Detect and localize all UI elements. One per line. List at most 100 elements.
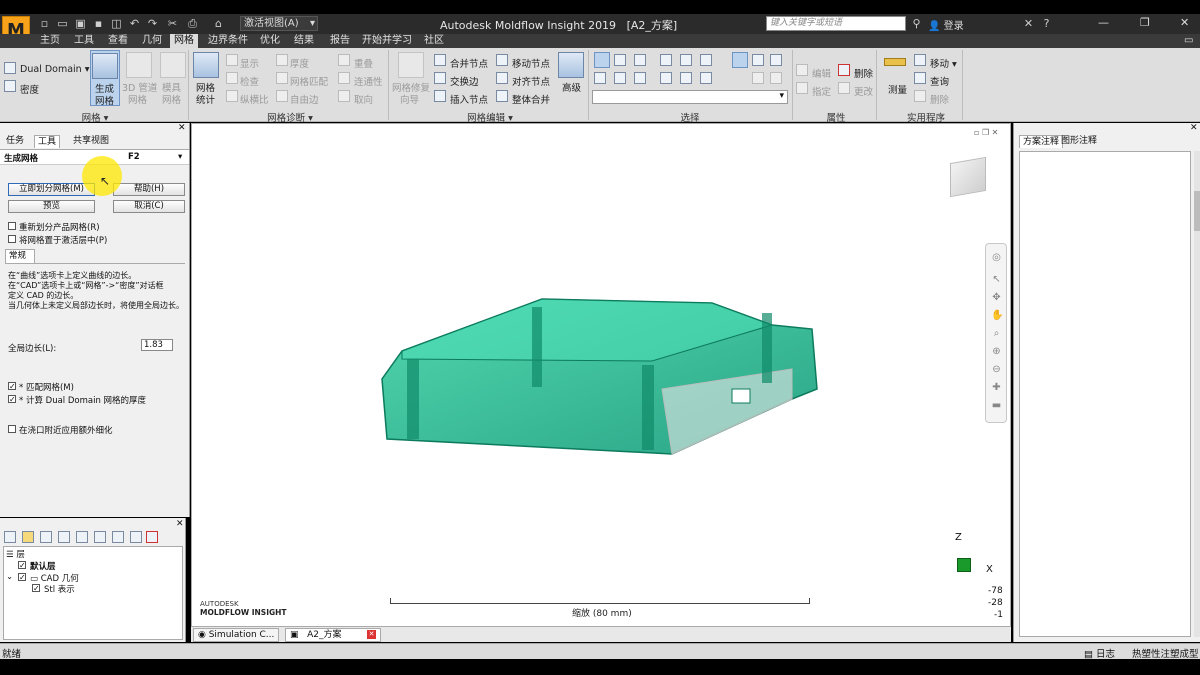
- notes-body[interactable]: [1019, 151, 1191, 637]
- undo-icon[interactable]: ↶: [128, 17, 141, 30]
- tab-tools[interactable]: 工具: [34, 135, 61, 148]
- select-poly-icon[interactable]: [660, 54, 672, 66]
- show-button[interactable]: 显示: [240, 56, 259, 70]
- ribbon-collapse-icon[interactable]: ▭: [1180, 34, 1197, 48]
- generate-mesh-button[interactable]: 生成 网格: [90, 50, 120, 107]
- viewport-window-controls[interactable]: ▫ ❐ ✕: [974, 128, 998, 137]
- scrollbar[interactable]: [1194, 151, 1200, 637]
- select-property-icon[interactable]: [634, 72, 646, 84]
- panel-close-icon[interactable]: ✕: [178, 123, 186, 133]
- delete-button[interactable]: 删除: [930, 92, 949, 106]
- move-button[interactable]: 移动 ▾: [930, 56, 957, 70]
- close-tab-icon[interactable]: ✕: [367, 630, 376, 639]
- exchange-icon[interactable]: ✕: [1022, 17, 1035, 30]
- remesh-checkbox[interactable]: [8, 222, 16, 230]
- insert-node-button[interactable]: 插入节点: [450, 92, 488, 106]
- menu-report[interactable]: 报告: [326, 34, 354, 48]
- menu-results[interactable]: 结果: [290, 34, 318, 48]
- mesh-match-button[interactable]: 网格匹配: [290, 74, 328, 88]
- folder-icon[interactable]: [22, 531, 34, 543]
- move-node-button[interactable]: 移动节点: [512, 56, 550, 70]
- tab-graphic-notes[interactable]: 图形注释: [1058, 135, 1100, 148]
- cancel-button[interactable]: 取消(C): [113, 200, 185, 213]
- expand-icon[interactable]: ⌄: [6, 572, 13, 582]
- edit-group-title[interactable]: 网格编辑 ▾: [460, 110, 520, 124]
- merge-nodes-button[interactable]: 合并节点: [450, 56, 488, 70]
- search-input[interactable]: 键入关键字或短语: [766, 16, 906, 31]
- layer-activate-icon[interactable]: [40, 531, 52, 543]
- select-visible-icon[interactable]: [732, 52, 748, 68]
- tab-study-notes[interactable]: 方案注释: [1019, 135, 1064, 148]
- tab-tasks[interactable]: 任务: [3, 135, 27, 148]
- select-invert-icon[interactable]: [700, 72, 712, 84]
- query-button[interactable]: 查询: [930, 74, 949, 88]
- cut-icon[interactable]: ✂: [166, 17, 179, 30]
- layer-delete-icon[interactable]: [146, 531, 158, 543]
- select-expand-icon[interactable]: [660, 72, 672, 84]
- select-extend-icon[interactable]: [770, 54, 782, 66]
- measure-button[interactable]: 测量: [888, 82, 907, 96]
- stl-layer-label[interactable]: Stl 表示: [44, 583, 75, 595]
- redo-icon[interactable]: ↷: [146, 17, 159, 30]
- edit-property-button[interactable]: 编辑: [812, 66, 831, 80]
- aspect-ratio-button[interactable]: 纵横比: [240, 92, 269, 106]
- orbit-icon[interactable]: ✥: [991, 292, 1002, 303]
- help-button[interactable]: 帮助(H): [113, 183, 185, 196]
- dual-domain-select[interactable]: Dual Domain ▾: [20, 64, 89, 75]
- zoom-window-icon[interactable]: ⌕: [991, 328, 1002, 339]
- select-icon[interactable]: ↖: [991, 274, 1002, 285]
- stl-layer-checkbox[interactable]: ✓: [32, 584, 40, 593]
- menu-tools[interactable]: 工具: [70, 34, 98, 48]
- open-project-icon[interactable]: ▣: [74, 17, 87, 30]
- print-icon[interactable]: ⎙: [186, 17, 199, 30]
- check-button[interactable]: 检查: [240, 74, 259, 88]
- mesh-group-title[interactable]: 网格 ▾: [70, 110, 120, 124]
- open-icon[interactable]: ▭: [56, 17, 69, 30]
- density-button[interactable]: 密度: [20, 82, 39, 96]
- thickness-button[interactable]: 厚度: [290, 56, 309, 70]
- close-icon[interactable]: ✕: [1180, 16, 1189, 29]
- menu-mesh[interactable]: 网格: [170, 34, 198, 48]
- scrollbar-thumb[interactable]: [1194, 191, 1200, 231]
- select-pointer-icon[interactable]: [594, 52, 610, 68]
- menu-learn[interactable]: 开始并学习: [358, 34, 416, 48]
- select-mode-icon[interactable]: [700, 54, 712, 66]
- tab-shared-view[interactable]: 共享视图: [70, 135, 112, 148]
- login-button[interactable]: 👤 登录: [928, 17, 964, 32]
- tab-general[interactable]: 常规: [5, 249, 35, 263]
- help-dropdown-icon[interactable]: ?: [1040, 17, 1053, 30]
- cad-layer-checkbox[interactable]: ✓: [18, 573, 26, 582]
- global-merge-button[interactable]: 整体合并: [512, 92, 550, 106]
- layer-assign-icon[interactable]: [58, 531, 70, 543]
- panel-close-icon[interactable]: ✕: [176, 519, 184, 529]
- mesh-now-button[interactable]: 立即划分网格(M): [8, 183, 95, 196]
- orientation-button[interactable]: 取向: [354, 92, 373, 106]
- menu-optimize[interactable]: 优化: [256, 34, 284, 48]
- menu-view[interactable]: 查看: [104, 34, 132, 48]
- connectivity-button[interactable]: 连通性: [354, 74, 383, 88]
- viewcube[interactable]: [950, 156, 986, 198]
- close-doc-icon[interactable]: ◫: [110, 17, 123, 30]
- part-model[interactable]: [372, 289, 822, 459]
- select-tool-icon[interactable]: [680, 54, 692, 66]
- chevron-down-icon[interactable]: ▾: [178, 152, 182, 162]
- default-layer-checkbox[interactable]: ✓: [18, 561, 26, 570]
- select-clear-icon[interactable]: [752, 72, 764, 84]
- gate-refine-checkbox[interactable]: [8, 425, 16, 433]
- preview-button[interactable]: 预览: [8, 200, 95, 213]
- layer-root[interactable]: ☰ 层: [6, 548, 25, 560]
- menu-boundary[interactable]: 边界条件: [204, 34, 252, 48]
- default-layer-label[interactable]: 默认层: [30, 560, 56, 572]
- minimize-icon[interactable]: —: [1098, 16, 1109, 29]
- layer-expand-icon[interactable]: [94, 531, 106, 543]
- panel-close-icon[interactable]: ✕: [1190, 123, 1198, 133]
- view-select[interactable]: 激活视图(A) ▾: [240, 16, 318, 31]
- dual-thickness-checkbox[interactable]: ✓: [8, 395, 16, 404]
- delete-property-button[interactable]: 删除: [854, 66, 873, 80]
- new-layer-icon[interactable]: [4, 531, 16, 543]
- new-icon[interactable]: ▫: [38, 17, 51, 30]
- diag-group-title[interactable]: 网格诊断 ▾: [260, 110, 320, 124]
- select-shrink-icon[interactable]: [680, 72, 692, 84]
- align-node-button[interactable]: 对齐节点: [512, 74, 550, 88]
- assign-property-button[interactable]: 指定: [812, 84, 831, 98]
